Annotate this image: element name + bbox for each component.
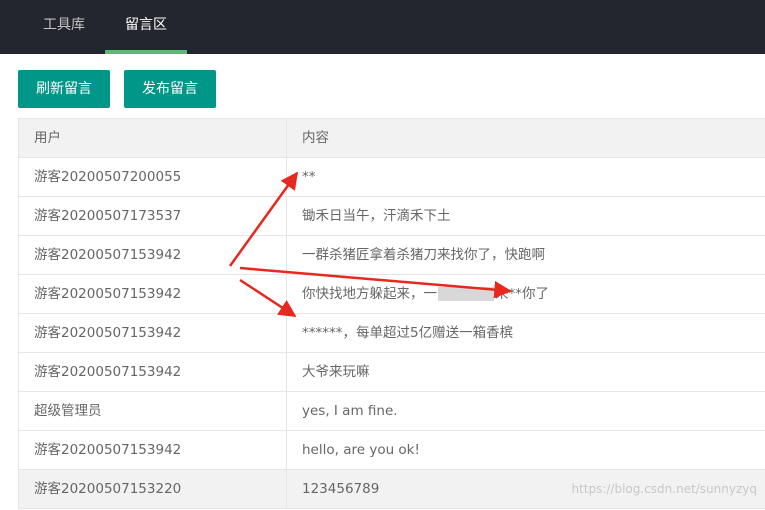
active-tab-indicator xyxy=(105,50,187,54)
user-cell: 游客20200507153942 xyxy=(19,353,287,391)
top-nav-bar: 工具库 留言区 xyxy=(0,0,765,54)
content-cell: yes, I am fine. xyxy=(302,403,398,419)
content-cell: ** xyxy=(302,169,316,185)
content-cell: 你快找地方躲起来，一 来**你了 xyxy=(287,275,765,313)
message-table: 用户 内容 游客20200507200055 ** 游客202005071735… xyxy=(18,118,765,509)
user-cell: 游客20200507153942 xyxy=(19,431,287,469)
content-cell: ******，每单超过5亿赠送一箱香槟 xyxy=(302,325,514,341)
user-cell: 游客20200507153942 xyxy=(19,275,287,313)
post-message-button[interactable]: 发布留言 xyxy=(124,70,216,108)
user-cell: 游客20200507153942 xyxy=(19,314,287,352)
content-text-suffix: 来**你了 xyxy=(495,286,549,302)
column-header-user: 用户 xyxy=(19,119,287,157)
table-row[interactable]: 游客20200507173537 锄禾日当午，汗滴禾下土 xyxy=(19,197,765,236)
table-row[interactable]: 游客20200507153942 大爷来玩嘛 xyxy=(19,353,765,392)
column-header-content: 内容 xyxy=(302,130,329,146)
content-cell: hello, are you ok! xyxy=(302,442,420,458)
content-cell: 大爷来玩嘛 xyxy=(302,364,370,380)
user-cell: 游客20200507200055 xyxy=(19,158,287,196)
table-row[interactable]: 游客20200507200055 ** xyxy=(19,158,765,197)
table-row[interactable]: 游客20200507153942 你快找地方躲起来，一 来**你了 xyxy=(19,275,765,314)
content-cell: 一群杀猪匠拿着杀猪刀来找你了，快跑啊 xyxy=(302,247,545,263)
user-cell: 游客20200507153220 xyxy=(19,470,287,508)
user-cell: 超级管理员 xyxy=(19,392,287,430)
table-row[interactable]: 游客20200507153942 一群杀猪匠拿着杀猪刀来找你了，快跑啊 xyxy=(19,236,765,275)
tab-label: 留言区 xyxy=(125,17,167,33)
content-cell: 锄禾日当午，汗滴禾下土 xyxy=(302,208,451,224)
refresh-messages-button[interactable]: 刷新留言 xyxy=(18,70,110,108)
user-cell: 游客20200507153942 xyxy=(19,236,287,274)
watermark: https://blog.csdn.net/sunnyzyq xyxy=(571,482,757,496)
table-row[interactable]: 游客20200507153942 ******，每单超过5亿赠送一箱香槟 xyxy=(19,314,765,353)
table-row[interactable]: 游客20200507153942 hello, are you ok! xyxy=(19,431,765,470)
redaction-mosaic xyxy=(438,287,494,301)
user-cell: 游客20200507173537 xyxy=(19,197,287,235)
table-header-row: 用户 内容 xyxy=(19,119,765,158)
table-row[interactable]: 超级管理员 yes, I am fine. xyxy=(19,392,765,431)
tab-tool-library[interactable]: 工具库 xyxy=(22,0,106,54)
tab-message-board[interactable]: 留言区 xyxy=(105,0,187,54)
tab-label: 工具库 xyxy=(43,17,85,33)
content-text-prefix: 你快找地方躲起来，一 xyxy=(302,286,437,302)
